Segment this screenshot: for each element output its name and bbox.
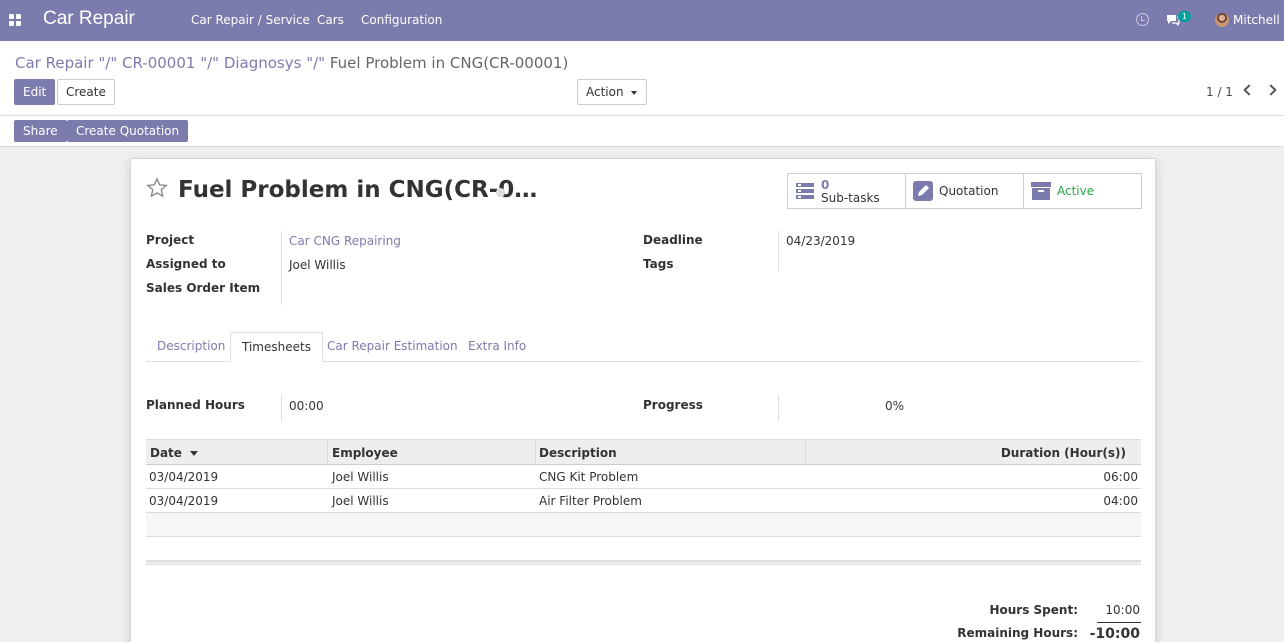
row-duration: 04:00 <box>1103 494 1138 508</box>
user-menu[interactable]: Mitchell <box>1233 13 1280 27</box>
project-label: Project <box>146 233 195 247</box>
user-avatar[interactable] <box>1215 13 1229 27</box>
empty-row <box>146 513 1141 537</box>
row-employee: Joel Willis <box>332 470 389 484</box>
share-button[interactable]: Share <box>14 120 67 142</box>
hours-spent-value: 10:00 <box>1105 603 1140 617</box>
activity-clock-icon[interactable] <box>1136 13 1149 26</box>
smart-buttons: 0 Sub-tasks Quotation Active <box>787 173 1142 209</box>
pager-next-icon[interactable] <box>1265 84 1277 96</box>
assigned-label: Assigned to <box>146 257 226 271</box>
hours-spent-label: Hours Spent: <box>989 603 1078 617</box>
remaining-hours-value: -10:00 <box>1089 626 1140 642</box>
apps-menu-icon[interactable] <box>9 14 21 26</box>
project-field[interactable]: Car CNG Repairing <box>289 234 401 248</box>
pager-prev-icon[interactable] <box>1243 84 1255 96</box>
column-date-label: Date <box>150 446 182 460</box>
archive-icon <box>1031 182 1051 200</box>
table-row[interactable]: 03/04/2019 Joel Willis CNG Kit Problem 0… <box>146 465 1141 489</box>
pager-value[interactable]: 1 / 1 <box>1206 85 1233 99</box>
row-date: 03/04/2019 <box>149 494 219 508</box>
form-sheet: Fuel Problem in CNG(CR-0… 0 Sub-tasks Qu… <box>130 158 1156 642</box>
planned-hours-label: Planned Hours <box>146 398 245 412</box>
deadline-label: Deadline <box>643 233 703 247</box>
create-quotation-button[interactable]: Create Quotation <box>67 120 189 142</box>
subtasks-count: 0 <box>821 178 830 192</box>
tab-extra-info[interactable]: Extra Info <box>457 332 537 362</box>
table-footer <box>146 561 1141 565</box>
kanban-state-icon[interactable] <box>496 188 505 197</box>
column-separator <box>535 440 536 465</box>
tab-car-repair-estimation[interactable]: Car Repair Estimation <box>316 332 469 362</box>
edit-button[interactable]: Edit <box>14 79 56 105</box>
tags-label: Tags <box>643 257 674 271</box>
control-panel: Car Repair "/" CR-00001 "/" Diagnosys "/… <box>0 41 1284 116</box>
assigned-field[interactable]: Joel Willis <box>289 258 346 272</box>
breadcrumb: Car Repair "/" CR-00001 "/" Diagnosys "/… <box>15 54 568 72</box>
top-navbar: Car Repair Car Repair / Service Cars Con… <box>0 0 1284 41</box>
status-bar: Share Create Quotation <box>0 116 1284 147</box>
row-date: 03/04/2019 <box>149 470 219 484</box>
active-toggle-button[interactable]: Active <box>1024 174 1142 208</box>
app-brand: Car Repair <box>43 8 135 29</box>
sort-desc-icon <box>190 451 199 456</box>
row-description: CNG Kit Problem <box>539 470 639 484</box>
table-row[interactable]: 03/04/2019 Joel Willis Air Filter Proble… <box>146 489 1141 513</box>
tab-description[interactable]: Description <box>146 332 236 362</box>
remaining-hours-label: Remaining Hours: <box>957 626 1078 640</box>
menu-cars[interactable]: Cars <box>317 13 344 27</box>
sales-order-item-label: Sales Order Item <box>146 281 261 295</box>
menu-car-repair-service[interactable]: Car Repair / Service <box>191 13 310 27</box>
empty-row <box>146 537 1141 561</box>
column-separator <box>327 440 328 465</box>
subtasks-button[interactable]: 0 Sub-tasks <box>788 174 906 208</box>
field-divider <box>778 395 779 421</box>
tasks-icon <box>796 183 814 199</box>
field-divider <box>281 231 282 305</box>
table-header: Date Employee Description Duration (Hour… <box>146 439 1141 465</box>
column-employee[interactable]: Employee <box>332 446 398 460</box>
field-divider <box>778 231 779 271</box>
caret-down-icon <box>630 91 637 95</box>
progress-label: Progress <box>643 398 703 412</box>
column-description[interactable]: Description <box>539 446 617 460</box>
tab-timesheets[interactable]: Timesheets <box>230 332 323 362</box>
chat-count-badge: 1 <box>1178 11 1192 22</box>
task-title[interactable]: Fuel Problem in CNG(CR-0… <box>178 177 537 203</box>
column-separator <box>805 440 806 465</box>
subtasks-label: Sub-tasks <box>821 191 880 205</box>
quotation-button[interactable]: Quotation <box>906 174 1024 208</box>
planned-hours-field[interactable]: 00:00 <box>289 399 324 413</box>
quotation-label: Quotation <box>939 184 999 198</box>
field-divider <box>281 395 282 421</box>
breadcrumb-current: Fuel Problem in CNG(CR-00001) <box>329 54 569 72</box>
progress-field: 0% <box>885 399 905 413</box>
row-description: Air Filter Problem <box>539 494 642 508</box>
row-employee: Joel Willis <box>332 494 389 508</box>
row-duration: 06:00 <box>1103 470 1138 484</box>
column-date[interactable]: Date <box>150 446 199 460</box>
pencil-icon <box>913 181 933 201</box>
deadline-field[interactable]: 04/23/2019 <box>786 234 855 248</box>
create-button[interactable]: Create <box>57 79 115 105</box>
menu-configuration[interactable]: Configuration <box>361 13 442 27</box>
breadcrumb-path[interactable]: Car Repair "/" CR-00001 "/" Diagnosys "/… <box>15 54 325 72</box>
star-icon[interactable] <box>146 177 168 199</box>
action-dropdown[interactable]: Action <box>577 79 647 105</box>
active-label: Active <box>1057 184 1095 198</box>
action-label: Action <box>586 85 624 99</box>
summary-divider <box>1097 622 1141 623</box>
notebook-tabs: Description Timesheets Car Repair Estima… <box>146 332 1141 362</box>
column-duration[interactable]: Duration (Hour(s)) <box>1001 446 1126 460</box>
